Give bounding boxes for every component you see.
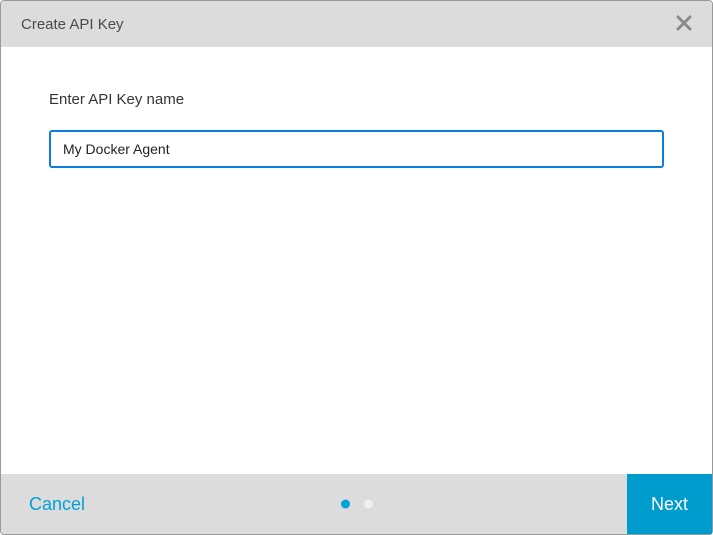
api-key-name-input[interactable] — [49, 130, 664, 168]
next-button[interactable]: Next — [627, 474, 712, 534]
modal-header: Create API Key — [1, 1, 712, 47]
modal-body: Enter API Key name — [1, 47, 712, 474]
cancel-button[interactable]: Cancel — [1, 474, 113, 534]
create-api-key-modal: Create API Key Enter API Key name Cancel… — [0, 0, 713, 535]
step-indicator — [341, 500, 373, 509]
api-key-name-label: Enter API Key name — [49, 91, 664, 108]
modal-footer: Cancel Next — [1, 474, 712, 534]
step-dot-2 — [364, 500, 373, 509]
close-icon — [676, 11, 692, 36]
step-dot-1 — [341, 500, 350, 509]
close-button[interactable] — [674, 13, 694, 35]
modal-title: Create API Key — [21, 16, 124, 33]
